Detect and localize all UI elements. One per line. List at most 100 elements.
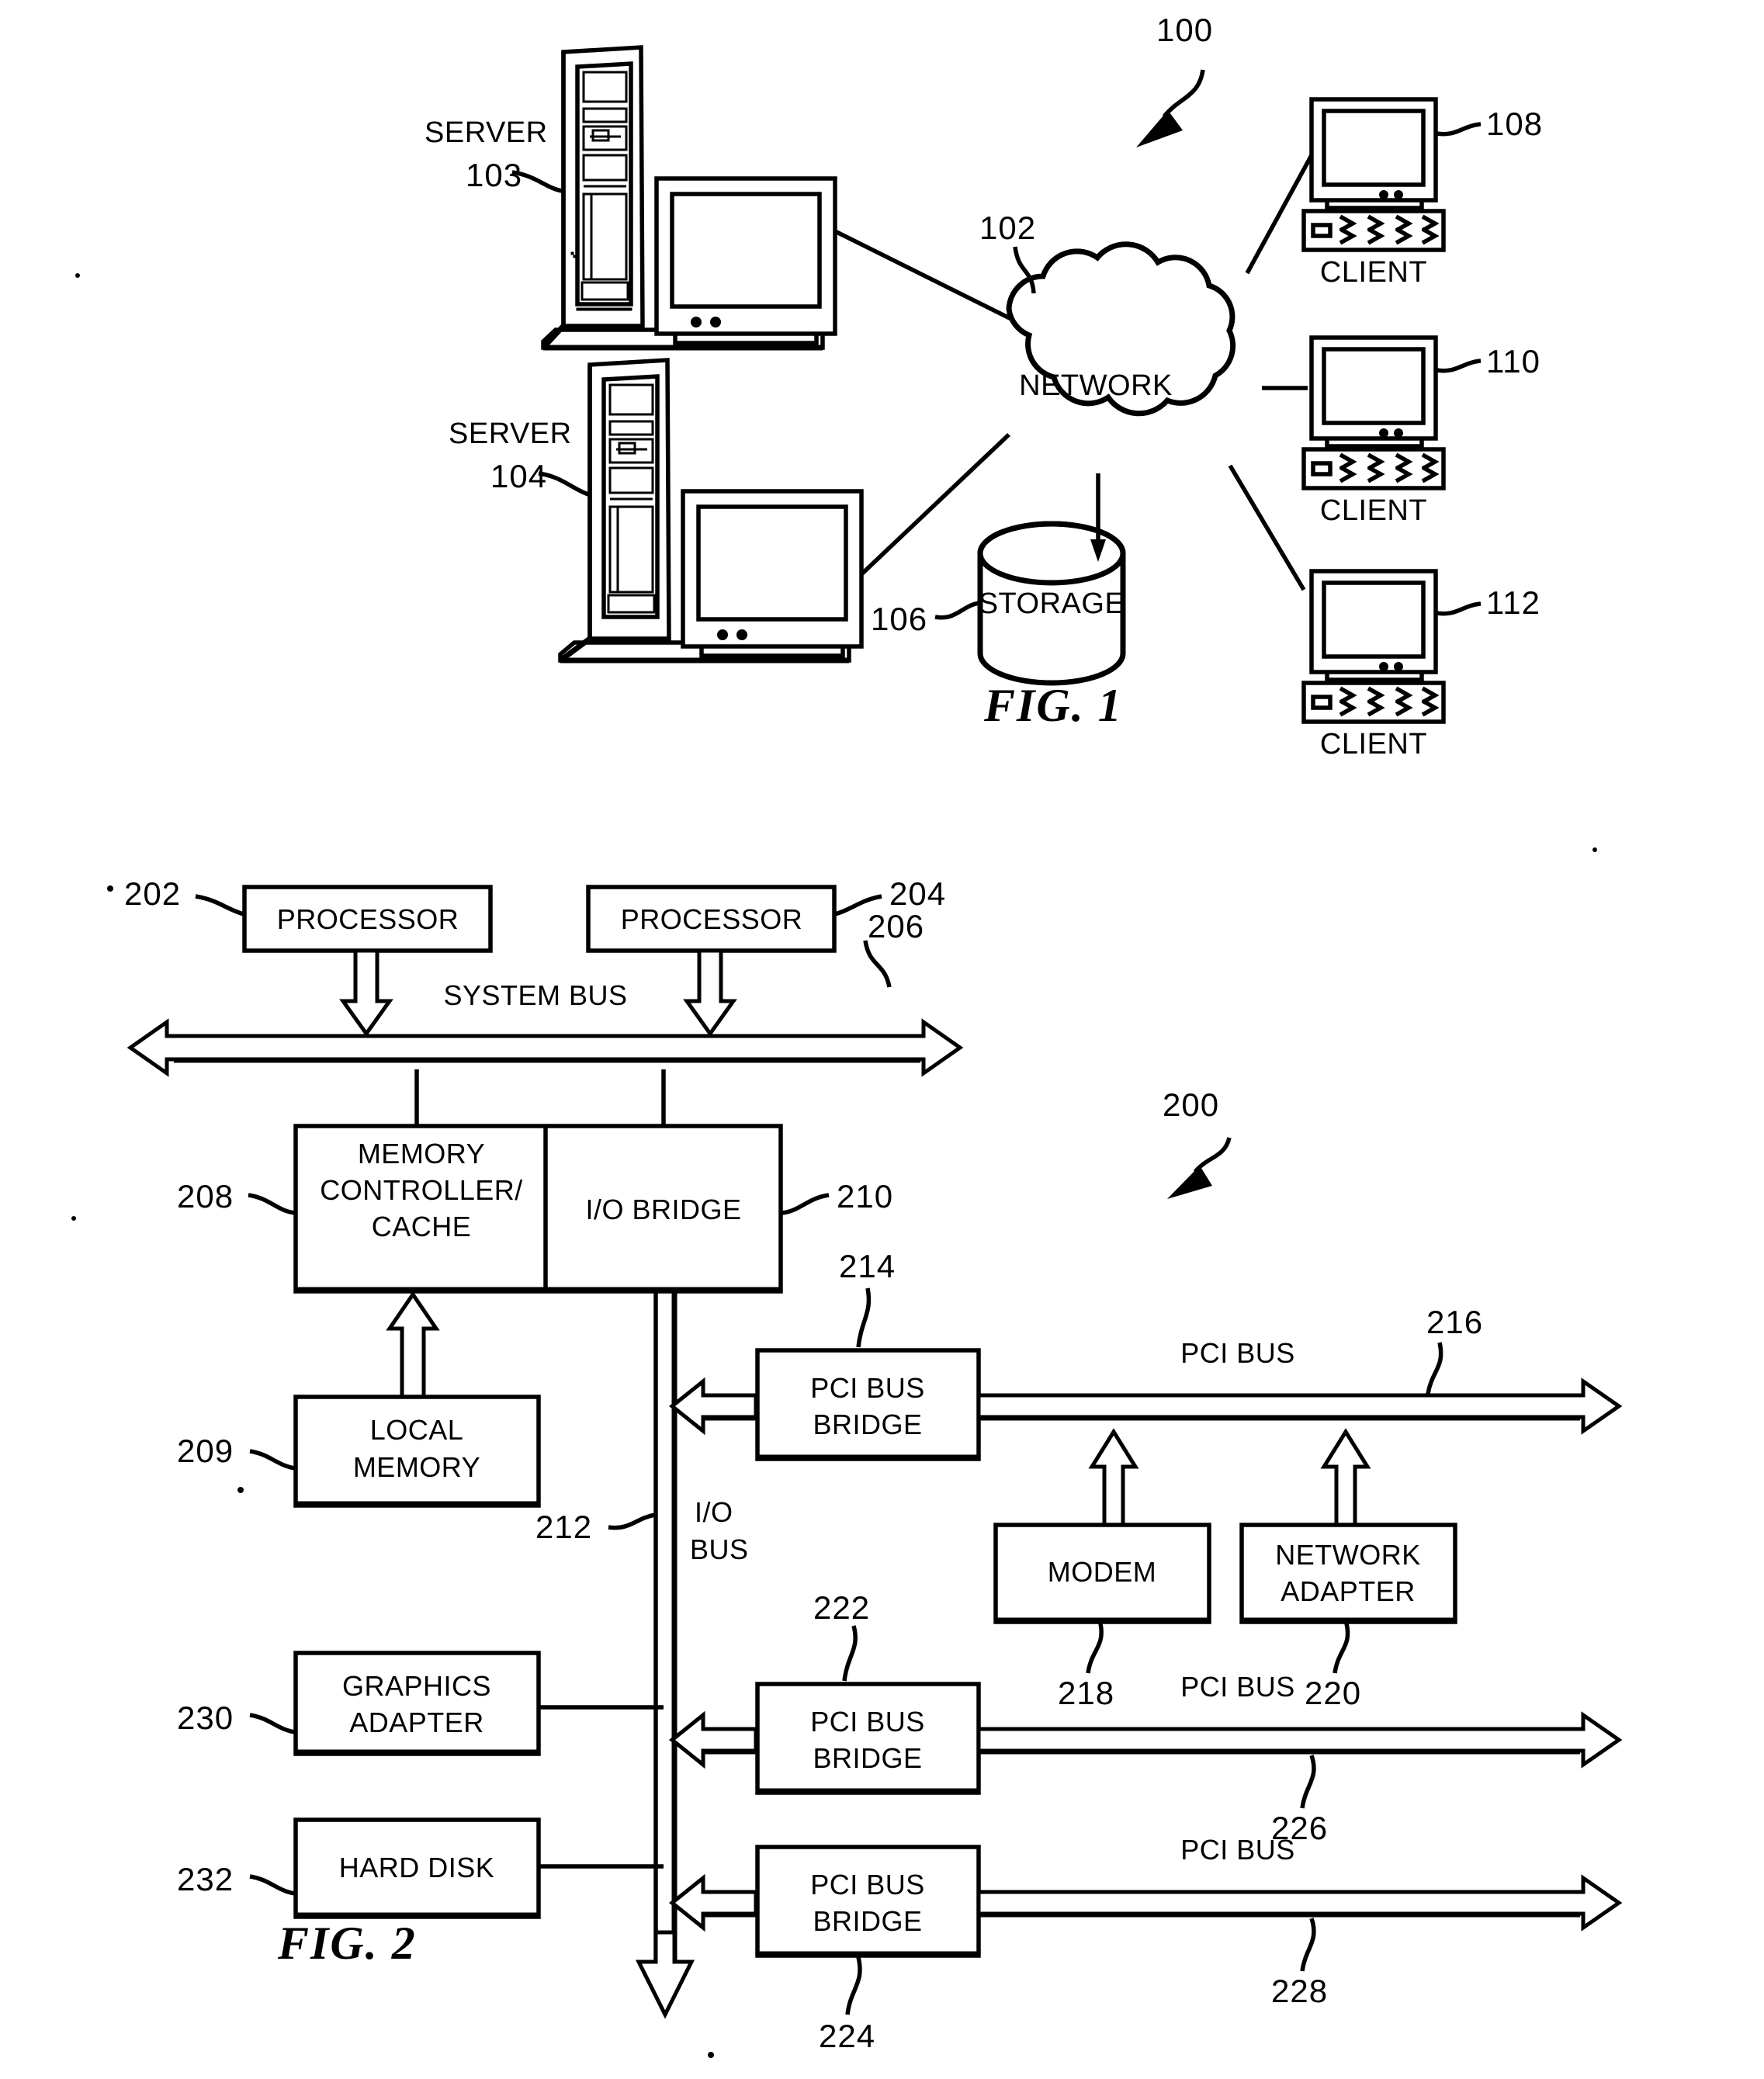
- ref-number-102: 102: [979, 210, 1037, 246]
- ref-number-200: 200: [1163, 1086, 1220, 1123]
- client-108-icon: [1301, 97, 1446, 252]
- leader-228: [1300, 1918, 1316, 1972]
- pci-bridge-214-line2: BRIDGE: [813, 1409, 923, 1440]
- link-network-client112: [1228, 464, 1306, 591]
- leader-212: [608, 1512, 656, 1530]
- leader-206: [863, 940, 892, 988]
- arrow-bridge214-to-iobus: [668, 1377, 758, 1436]
- figure-2-caption: FIG. 2: [278, 1918, 417, 1969]
- pci-bridge-222-line1: PCI BUS: [810, 1706, 925, 1738]
- ref-number-204: 204: [889, 875, 947, 912]
- ref-number-232: 232: [177, 1861, 234, 1897]
- pci-bridge-222-line2: BRIDGE: [813, 1742, 923, 1774]
- local-memory-line1: LOCAL: [369, 1414, 464, 1446]
- memory-controller-line2: CONTROLLER/: [320, 1174, 523, 1206]
- ref-number-206: 206: [868, 908, 925, 944]
- pci-bus-216-label: PCI BUS: [1180, 1337, 1295, 1369]
- leader-210: [781, 1193, 830, 1215]
- arrow-netadapter-to-pcibus216: [1320, 1428, 1371, 1527]
- arrow-modem-to-pcibus216: [1088, 1428, 1139, 1527]
- ref-number-202: 202: [124, 875, 182, 912]
- ref-number-104: 104: [490, 458, 548, 494]
- ref-number-210: 210: [837, 1178, 894, 1214]
- arrow-processor202-to-systembus: [339, 948, 393, 1038]
- speck: [71, 1216, 76, 1221]
- server-104-label: SERVER: [449, 418, 572, 450]
- speck: [107, 885, 113, 892]
- io-bridge-label: I/O BRIDGE: [585, 1194, 742, 1225]
- system-bus-label: SYSTEM BUS: [443, 979, 628, 1011]
- speck: [237, 1487, 244, 1493]
- arrow-localmemory-to-memctl: [386, 1291, 440, 1399]
- ref-number-106: 106: [871, 601, 928, 637]
- pci-bridge-214-line1: PCI BUS: [810, 1372, 925, 1404]
- leader-220: [1333, 1623, 1350, 1674]
- link-server104-network: [860, 433, 1010, 576]
- io-bus-line2: BUS: [690, 1533, 749, 1565]
- processor-204-label: PROCESSOR: [620, 903, 803, 935]
- ref-number-212: 212: [535, 1509, 593, 1545]
- figure-1-caption: FIG. 1: [984, 680, 1123, 731]
- pci-bridge-224-line2: BRIDGE: [813, 1905, 923, 1937]
- leader-232: [249, 1874, 296, 1896]
- speck: [75, 273, 80, 278]
- server-103-label: SERVER: [425, 116, 548, 149]
- ref-number-214: 214: [839, 1248, 896, 1284]
- storage-label: STORAGE: [978, 587, 1125, 620]
- leader-214: [856, 1287, 872, 1348]
- ref-number-224: 224: [819, 2018, 876, 2054]
- leader-209: [249, 1449, 296, 1471]
- modem-label: MODEM: [1047, 1556, 1157, 1588]
- network-label: NETWORK: [1019, 369, 1173, 402]
- ref-number-222: 222: [813, 1589, 871, 1626]
- leader-222: [842, 1625, 858, 1682]
- memory-controller-line1: MEMORY: [357, 1138, 486, 1169]
- processor-202-label: PROCESSOR: [276, 903, 459, 935]
- leader-112: [1436, 601, 1482, 616]
- leader-230: [249, 1713, 296, 1734]
- graphics-adapter-line2: ADAPTER: [349, 1707, 484, 1738]
- ref-arrow-100: [1136, 69, 1205, 147]
- speck: [708, 2052, 714, 2058]
- ref-number-100: 100: [1156, 12, 1214, 48]
- hard-disk-label: HARD DISK: [338, 1852, 495, 1883]
- pci-bus-228: [976, 1874, 1623, 1932]
- ref-number-209: 209: [177, 1433, 234, 1469]
- leader-202: [195, 894, 244, 916]
- leader-108: [1436, 122, 1482, 137]
- pci-bus-226-label: PCI BUS: [1180, 1671, 1295, 1703]
- network-adapter-line2: ADAPTER: [1281, 1575, 1416, 1607]
- pci-bridge-224-line1: PCI BUS: [810, 1869, 925, 1901]
- arrow-bridge222-to-iobus: [668, 1710, 758, 1769]
- ref-number-218: 218: [1058, 1675, 1115, 1711]
- pci-bus-226: [976, 1711, 1623, 1769]
- memory-controller-line3: CACHE: [371, 1211, 472, 1242]
- client-110-label: CLIENT: [1319, 494, 1428, 527]
- ref-arrow-200: [1167, 1137, 1232, 1199]
- network-adapter-line1: NETWORK: [1275, 1539, 1421, 1571]
- ref-number-110: 110: [1486, 343, 1540, 379]
- server-104-icon: [558, 358, 864, 664]
- pci-bus-216: [976, 1377, 1623, 1435]
- graphics-adapter-line1: GRAPHICS: [341, 1670, 492, 1702]
- client-110-icon: [1301, 335, 1446, 490]
- client-112-label: CLIENT: [1319, 728, 1428, 761]
- io-bus-line1: I/O: [695, 1496, 733, 1528]
- leader-216: [1426, 1342, 1443, 1395]
- ref-number-108: 108: [1486, 106, 1544, 142]
- arrow-bridge224-to-iobus: [668, 1873, 758, 1932]
- leader-226: [1300, 1755, 1316, 1809]
- pci-bus-228-label: PCI BUS: [1180, 1834, 1295, 1866]
- server-103-icon: [541, 45, 837, 351]
- ref-number-230: 230: [177, 1700, 234, 1736]
- ref-number-216: 216: [1426, 1304, 1484, 1340]
- leader-224: [845, 1956, 862, 2015]
- leader-218: [1086, 1623, 1104, 1674]
- client-112-icon: [1301, 569, 1446, 724]
- client-108-label: CLIENT: [1319, 256, 1428, 289]
- leader-110: [1436, 359, 1482, 373]
- ref-number-228: 228: [1271, 1973, 1329, 2009]
- patent-drawing-sheet: .st { fill:none; stroke:#000; stroke-wid…: [0, 0, 1764, 2079]
- ref-number-103: 103: [466, 157, 523, 193]
- ref-number-112: 112: [1486, 584, 1540, 621]
